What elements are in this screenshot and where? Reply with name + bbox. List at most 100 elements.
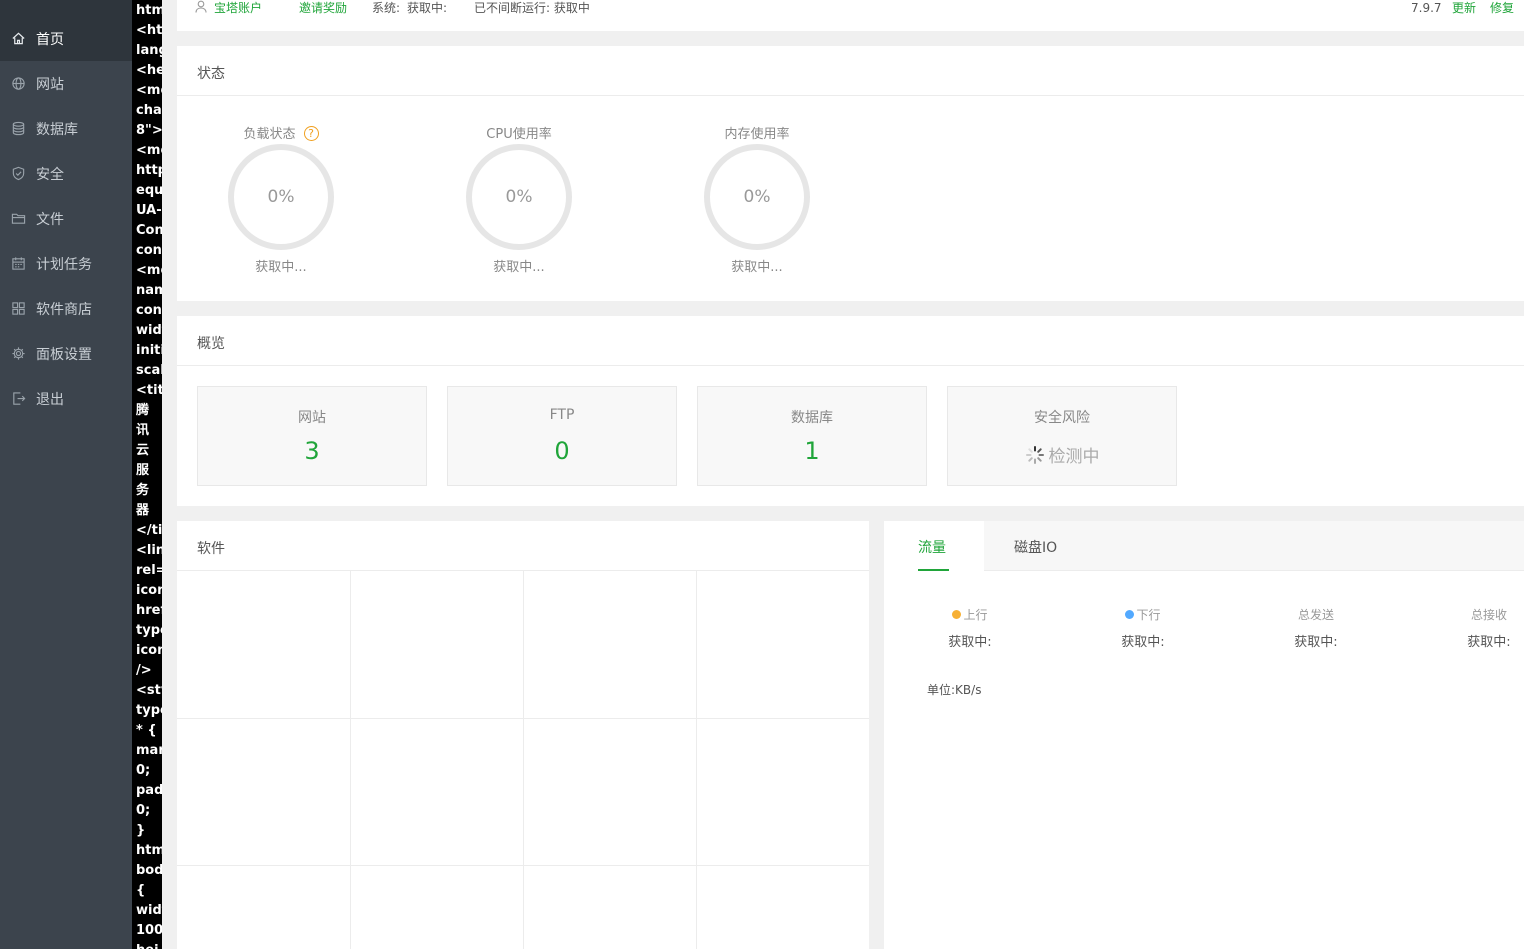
- sidebar-top-strip: [0, 0, 132, 16]
- memory-gauge[interactable]: 内存使用率 0% 获取中...: [677, 123, 837, 283]
- source-code-line: />: [136, 663, 152, 678]
- sidebar-item-label: 数据库: [36, 121, 78, 138]
- source-code-line: </tit: [136, 523, 162, 538]
- stat-label: 总发送: [1297, 608, 1334, 622]
- help-icon[interactable]: ?: [303, 126, 319, 141]
- overview-card-database[interactable]: 数据库 1: [697, 386, 927, 486]
- load-gauge[interactable]: 负载状态? 0% 获取中...: [201, 123, 361, 283]
- upload-dot-icon: [952, 610, 962, 619]
- gear-icon: [10, 346, 26, 362]
- update-link[interactable]: 更新: [1452, 0, 1476, 16]
- overview-card-security-risk[interactable]: 安全风险 检测中: [947, 386, 1177, 486]
- source-code-line: }: [136, 823, 146, 838]
- panel-title: 软件: [197, 541, 225, 557]
- sidebar-item-settings[interactable]: 面板设置: [0, 331, 132, 376]
- sidebar-item-label: 面板设置: [36, 346, 92, 363]
- source-code-line: mar: [136, 743, 162, 758]
- repair-link[interactable]: 修复: [1490, 0, 1514, 16]
- source-code-line: http: [136, 163, 162, 178]
- version-text: 7.9.7: [1411, 1, 1442, 15]
- system-label: 系统:: [372, 1, 401, 15]
- sidebar-item-logout[interactable]: 退出: [0, 376, 132, 421]
- panel-divider: [177, 95, 1524, 96]
- grid-line: [177, 718, 869, 719]
- tab-bar-bg: [984, 521, 1524, 571]
- gauge-title: 内存使用率: [724, 127, 790, 142]
- source-code-line: scal: [136, 363, 162, 378]
- gauge-status: 获取中...: [731, 260, 783, 275]
- card-value: 0: [554, 437, 570, 465]
- stat-value: 获取中:: [1467, 635, 1511, 650]
- stat-label: 下行: [1098, 606, 1188, 623]
- source-code-line: <htı: [136, 23, 162, 38]
- sidebar-item-cron[interactable]: 计划任务: [0, 241, 132, 286]
- source-code-line: <me: [136, 263, 162, 278]
- gauge-value: 0%: [743, 187, 771, 207]
- folder-icon: [10, 211, 26, 227]
- stat-value: 获取中:: [948, 635, 992, 650]
- source-code-line: <me: [136, 83, 162, 98]
- stat-value: 获取中:: [1121, 635, 1165, 650]
- gauge-title: CPU使用率: [486, 127, 552, 142]
- source-code-line: rel=: [136, 563, 162, 578]
- source-code-line: <me: [136, 143, 162, 158]
- tab-traffic-label[interactable]: 流量: [918, 537, 946, 557]
- source-code-line: 8">: [136, 123, 162, 138]
- sidebar-item-label: 退出: [36, 391, 64, 408]
- source-code-line: initi: [136, 343, 162, 358]
- source-code-line: htm: [136, 843, 162, 858]
- sidebar-item-home[interactable]: 首页: [0, 16, 132, 61]
- top-header: 宝塔账户 邀请奖励 系统: 获取中: 已不间断运行: 获取中 7.9.7 更新 …: [177, 0, 1524, 31]
- source-code-line: {: [136, 883, 146, 898]
- gauge-value: 0%: [267, 187, 295, 207]
- source-code-line: widt: [136, 903, 162, 918]
- calendar-icon: [10, 256, 26, 272]
- card-label: 数据库: [791, 410, 833, 426]
- source-code-line: <titl: [136, 383, 162, 398]
- sidebar-item-label: 软件商店: [36, 301, 92, 318]
- sidebar-item-label: 文件: [36, 211, 64, 228]
- source-code-line: 0;: [136, 803, 151, 818]
- source-code-line: equ: [136, 183, 162, 198]
- user-icon: [195, 0, 207, 17]
- account-link[interactable]: 宝塔账户: [214, 0, 262, 16]
- overview-card-ftp[interactable]: FTP 0: [447, 386, 677, 486]
- logout-icon: [10, 391, 26, 407]
- gauge-status: 获取中...: [255, 260, 307, 275]
- source-code-line: icon: [136, 643, 162, 658]
- source-code-line: type: [136, 703, 162, 718]
- source-code-line: htm: [136, 3, 162, 18]
- source-code-line: 服: [136, 463, 150, 478]
- gauge-status: 获取中...: [493, 260, 545, 275]
- sidebar-item-files[interactable]: 文件: [0, 196, 132, 241]
- apps-grid-icon: [10, 301, 26, 317]
- stat-value: 获取中:: [1294, 635, 1338, 650]
- panel-title: 概览: [197, 336, 225, 352]
- sidebar-item-database[interactable]: 数据库: [0, 106, 132, 151]
- overview-card-websites[interactable]: 网站 3: [197, 386, 427, 486]
- stat-label-text: 下行: [1136, 608, 1161, 622]
- panel-title: 状态: [197, 66, 225, 82]
- source-code-line: * {: [136, 723, 157, 738]
- cpu-gauge[interactable]: CPU使用率 0% 获取中...: [439, 123, 599, 283]
- source-code-line: 讯: [136, 423, 150, 438]
- invite-link[interactable]: 邀请奖励: [299, 0, 347, 16]
- shield-icon: [10, 166, 26, 182]
- sidebar-item-label: 安全: [36, 166, 64, 183]
- stat-upload: 上行 获取中:: [925, 606, 1015, 650]
- source-code-line: cont: [136, 243, 162, 258]
- source-code-line: 0;: [136, 763, 151, 778]
- source-code-line: 腾: [136, 403, 150, 418]
- sidebar-item-security[interactable]: 安全: [0, 151, 132, 196]
- tab-disk-io-label[interactable]: 磁盘IO: [1014, 537, 1057, 557]
- gauge-title: 负载状态?: [201, 123, 361, 142]
- sidebar-item-label: 网站: [36, 76, 64, 93]
- sidebar-item-label: 计划任务: [36, 256, 92, 273]
- source-code-line: <lin: [136, 543, 162, 558]
- sidebar-item-website[interactable]: 网站: [0, 61, 132, 106]
- source-code-line: <sty: [136, 683, 162, 698]
- source-code-line: 云: [136, 443, 150, 458]
- source-code-line: char: [136, 103, 162, 118]
- sidebar-item-store[interactable]: 软件商店: [0, 286, 132, 331]
- active-tab-underline: [918, 569, 949, 571]
